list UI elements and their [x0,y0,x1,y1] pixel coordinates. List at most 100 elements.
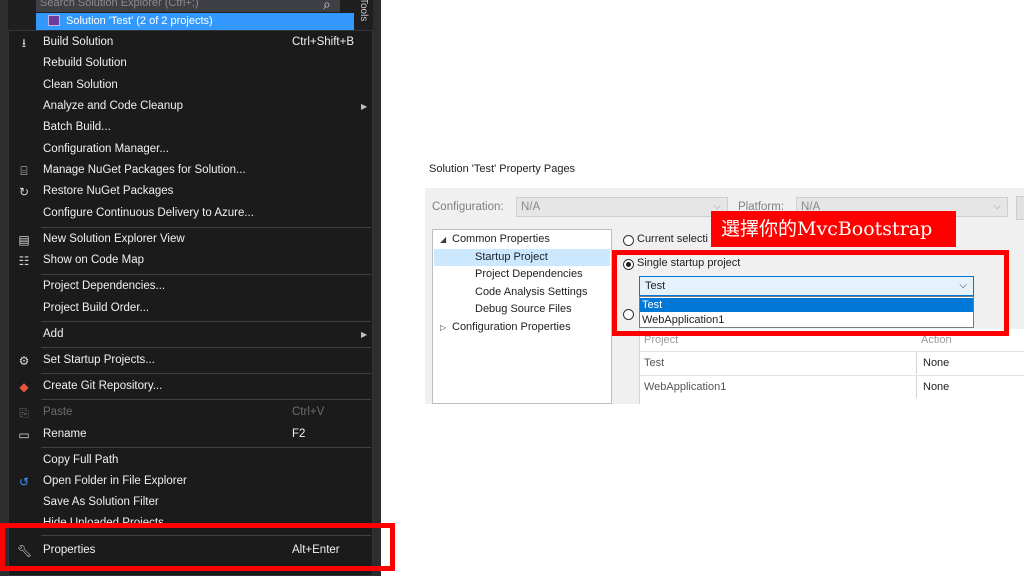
menu-item-label: Configure Continuous Delivery to Azure..… [43,207,254,219]
menu-item-label: Show on Code Map [43,254,145,266]
menu-item-continuous-delivery[interactable]: Configure Continuous Delivery to Azure..… [9,203,372,224]
menu-item-rename[interactable]: ▭ Rename F2 [9,424,372,445]
menu-item-label: Hide Unloaded Projects [43,517,164,523]
menu-item-label: Configuration Manager... [43,143,169,155]
menu-separator [41,347,371,348]
menu-item-create-git-repository[interactable]: ◆ Create Git Repository... [9,376,372,397]
menu-item-label: Clean Solution [43,79,118,91]
menu-separator [41,447,371,448]
menu-item-label: Restore NuGet Packages [43,185,174,197]
menu-item-label: Project Build Order... [43,302,150,314]
search-icon[interactable]: ⌕ [323,0,331,13]
menu-item-project-dependencies[interactable]: Project Dependencies... [9,276,372,297]
tree-node-common-properties[interactable]: ◢ Common Properties [440,231,550,248]
menu-item-label: Manage NuGet Packages for Solution... [43,164,246,176]
menu-item-configuration-manager[interactable]: Configuration Manager... [9,139,372,160]
solution-node-label: Solution 'Test' (2 of 2 projects) [66,15,213,27]
menu-item-show-on-code-map[interactable]: ☷ Show on Code Map [9,250,372,271]
menu-item-label: Project Dependencies... [43,280,166,292]
solution-explorer-panel: Search Solution Explorer (Ctrl+;) ⌕ Tool… [0,0,381,576]
startup-project-highlight-box [612,250,1009,336]
configuration-manager-button[interactable] [1016,196,1024,220]
menu-item-rebuild-solution[interactable]: Rebuild Solution [9,53,372,74]
menu-item-manage-nuget[interactable]: ⌸ Manage NuGet Packages for Solution... [9,160,372,181]
menu-item-label: Batch Build... [43,121,111,133]
menu-item-shortcut: Ctrl+V [292,406,325,418]
grid-cell-project[interactable]: Test [644,352,664,374]
code-map-icon: ☷ [18,254,30,268]
menu-separator [41,274,371,275]
menu-item-open-folder-in-file-explorer[interactable]: ↺ Open Folder in File Explorer [9,471,372,492]
grid-cell-action[interactable]: None [916,376,1024,398]
solution-icon [48,15,60,26]
grid-cell-action[interactable]: None [916,352,1024,374]
menu-item-analyze-code-cleanup[interactable]: Analyze and Code Cleanup ▶ [9,96,372,117]
radio-current-selection[interactable] [623,235,634,246]
configuration-label: Configuration: [432,201,504,213]
search-input[interactable]: Search Solution Explorer (Ctrl+;) [36,0,340,12]
chevron-down-icon: ⌵ [993,201,1001,212]
menu-item-label: Save As Solution Filter [43,496,159,508]
tools-side-tab[interactable]: Tools [353,0,369,28]
startup-projects-grid: Project Action Test None WebApplication1… [639,329,1024,404]
open-folder-icon: ↺ [18,475,30,489]
menu-item-clean-solution[interactable]: Clean Solution [9,75,372,96]
menu-item-save-as-solution-filter[interactable]: Save As Solution Filter [9,492,372,513]
radio-current-selection-label: Current selecti [637,233,708,245]
menu-item-shortcut: Ctrl+Shift+B [292,36,354,48]
menu-item-copy-full-path[interactable]: Copy Full Path [9,450,372,471]
configuration-value: N/A [521,201,541,213]
rename-icon: ▭ [18,428,30,442]
context-menu: ⭳ Build Solution Ctrl+Shift+B Rebuild So… [8,30,373,576]
tree-node-label: Configuration Properties [452,321,571,333]
tree-node-startup-project[interactable]: Startup Project [434,249,610,266]
configuration-select[interactable]: N/A ⌵ [516,197,728,217]
menu-separator [41,321,371,322]
menu-separator [41,373,371,374]
grid-cell-project[interactable]: WebApplication1 [644,376,726,398]
tree-node-code-analysis-settings[interactable]: Code Analysis Settings [475,284,588,301]
properties-highlight-box [0,523,395,571]
collapsed-triangle-icon: ▷ [440,323,447,332]
new-view-icon: ▤ [18,233,30,247]
menu-separator [41,227,371,228]
menu-item-label: New Solution Explorer View [43,233,185,245]
annotation-callout: 選擇你的MvcBootstrap [711,211,956,247]
submenu-arrow-icon: ▶ [361,102,368,111]
submenu-arrow-icon: ▶ [361,330,368,339]
menu-item-add[interactable]: Add ▶ [9,324,372,345]
menu-item-label: Copy Full Path [43,454,119,466]
gear-icon: ⚙ [18,354,30,368]
menu-item-label: Paste [43,406,73,418]
menu-item-hide-unloaded-projects[interactable]: Hide Unloaded Projects [9,513,372,523]
dialog-title: Solution 'Test' Property Pages [429,163,576,175]
menu-item-paste[interactable]: ⎘ Paste Ctrl+V [9,402,372,423]
menu-item-project-build-order[interactable]: Project Build Order... [9,298,372,319]
menu-item-build-solution[interactable]: ⭳ Build Solution Ctrl+Shift+B [9,32,372,53]
menu-item-shortcut: F2 [292,428,306,440]
menu-item-batch-build[interactable]: Batch Build... [9,117,372,138]
menu-item-new-solution-explorer-view[interactable]: ▤ New Solution Explorer View [9,229,372,250]
menu-item-label: Build Solution [43,36,114,48]
nuget-icon: ⌸ [20,164,28,178]
menu-item-label: Rename [43,428,87,440]
tree-node-configuration-properties[interactable]: ▷ Configuration Properties [440,319,571,336]
menu-item-label: Create Git Repository... [43,380,163,392]
tree-node-project-dependencies[interactable]: Project Dependencies [475,266,583,283]
menu-item-label: Add [43,328,64,340]
build-icon: ⭳ [21,36,27,50]
menu-item-restore-nuget[interactable]: ↻ Restore NuGet Packages [9,181,372,202]
menu-item-set-startup-projects[interactable]: ⚙ Set Startup Projects... [9,350,372,371]
paste-icon: ⎘ [19,406,29,420]
tree-node-label: Common Properties [452,233,550,245]
panel-right-edge [373,0,381,576]
solution-node[interactable]: Solution 'Test' (2 of 2 projects) [36,13,354,30]
tree-node-debug-source-files[interactable]: Debug Source Files [475,301,572,318]
expanded-triangle-icon: ◢ [440,235,447,244]
menu-separator [41,399,371,400]
menu-item-label: Analyze and Code Cleanup [43,100,184,112]
menu-item-label: Rebuild Solution [43,57,127,69]
menu-item-label: Set Startup Projects... [43,354,155,366]
menu-item-label: Open Folder in File Explorer [43,475,187,487]
git-icon: ◆ [19,380,29,394]
